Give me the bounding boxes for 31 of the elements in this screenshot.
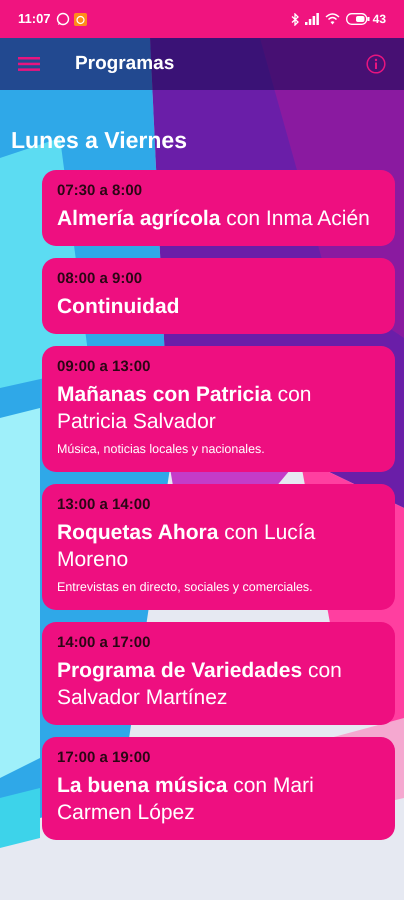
program-card[interactable]: 17:00 a 19:00 La buena música con Mari Carmen López [42, 737, 395, 840]
status-time: 11:07 [18, 10, 51, 28]
battery-icon [346, 13, 370, 25]
program-title: Almería agrícola con Inma Acién [57, 206, 371, 232]
program-time: 13:00 a 14:00 [57, 495, 152, 515]
signal-icon [304, 13, 319, 25]
program-description: Música, noticias locales y nacionales. [57, 441, 266, 458]
program-card[interactable]: 07:30 a 8:00 Almería agrícola con Inma Acién [42, 170, 395, 246]
program-time: 17:00 a 19:00 [57, 748, 152, 768]
program-card[interactable]: 08:00 a 9:00 Continuidad [42, 258, 395, 334]
chat-icon [56, 12, 70, 26]
info-icon[interactable] [366, 54, 386, 74]
program-card[interactable]: 13:00 a 14:00 Roquetas Ahora con Lucía Moreno Entrevistas en directo, sociales y comerciales. [42, 484, 395, 610]
app-bar-title: Programas [75, 52, 174, 76]
battery-level: 43 [372, 11, 386, 28]
program-title: Roquetas Ahora con Lucía Moreno [57, 520, 316, 573]
menu-icon[interactable] [18, 56, 40, 72]
program-time: 08:00 a 9:00 [57, 269, 144, 289]
bluetooth-icon [290, 12, 299, 26]
program-card[interactable]: 14:00 a 17:00 Programa de Variedades con Salvador Martínez [42, 622, 395, 725]
program-time: 14:00 a 17:00 [57, 633, 152, 653]
program-time: 09:00 a 13:00 [57, 357, 152, 377]
program-card[interactable]: 09:00 a 13:00 Mañanas con Patricia con Patricia Salvador Música, noticias locales y nacionales. [42, 346, 395, 472]
program-title: La buena música con Mari Carmen López [57, 773, 315, 826]
wifi-icon [324, 13, 340, 25]
program-description: Entrevistas en directo, sociales y comerciales. [57, 579, 314, 596]
program-time: 07:30 a 8:00 [57, 181, 144, 201]
program-title: Programa de Variedades con Salvador Martínez [57, 658, 343, 711]
program-title: Continuidad [57, 294, 180, 320]
program-title: Mañanas con Patricia con Patricia Salvador [57, 382, 312, 435]
alarm-icon [74, 12, 87, 26]
